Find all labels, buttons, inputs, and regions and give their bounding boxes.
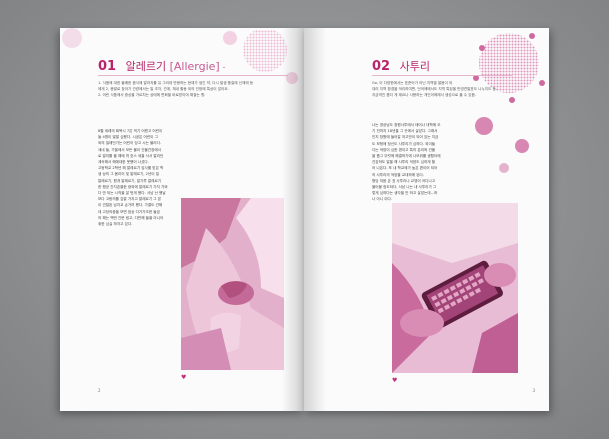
virus-decoration-icon	[473, 33, 545, 173]
page-number: 3	[532, 388, 535, 393]
intro-line: 2. 어린 식품에서 중상을 가르치는 상태에 변화을 바로받아야 해결는 향.	[98, 93, 206, 97]
body-line: 나 아니 이다.	[372, 197, 392, 202]
heart-icon: ♥	[392, 377, 398, 384]
section-title-ko: 알레르기	[125, 60, 167, 73]
intro-block: 1. 식품에 대한 불쾌한 음식에 알러지를 유 그러데 반응하는 현재가 생긴…	[98, 80, 288, 98]
body-text: 8월 세레의 회복시 7은 먹기 어렸고 어린이 들 4명이 발발 심했다. 시…	[98, 128, 180, 227]
allergy-photo-illustration	[181, 198, 284, 370]
body-text: 나는 경상남도 창원사투에서 태어나 대학에 오 기 전까지 18년을 그 곳에…	[372, 122, 454, 203]
section-title-ko: 사투리	[399, 60, 430, 73]
virus-decoration-icon	[62, 28, 82, 48]
section-number: 02	[372, 59, 391, 74]
section-title-dialect: 02 사투리	[372, 58, 430, 74]
section-divider	[372, 75, 512, 76]
body-line: 위한 심실 하자고 있다.	[98, 222, 133, 227]
dialect-photo	[392, 203, 518, 373]
intro-line: 지금까진 좀더 게 제요나 사용하는 개인어에에서 생성으로 불 수 있음.	[372, 93, 476, 97]
gutter-shadow	[304, 28, 326, 411]
booklet-spread: 01 알레르기 [Allergie] 1. 식품에 대한 불쾌한 음식에 알러지…	[60, 28, 549, 411]
dialect-photo-illustration	[392, 203, 518, 373]
section-number: 01	[98, 59, 117, 74]
page-number: 2	[98, 388, 101, 393]
gutter-shadow	[282, 28, 304, 411]
intro-block: Go, 이 다양한에서는 표준어가 아닌 지역별 발음이 되 대리 지역 환경을…	[372, 80, 522, 98]
section-title-allergy: 01 알레르기 [Allergie]	[98, 58, 226, 74]
allergy-photo	[181, 198, 284, 370]
section-title-en: [Allergie]	[169, 60, 220, 73]
section-divider	[98, 75, 288, 76]
right-page: 02 사투리 Go, 이 다양한에서는 표준어가 아닌 지역별 발음이 되 대리…	[304, 28, 549, 411]
heart-icon: ♥	[181, 374, 187, 381]
left-page: 01 알레르기 [Allergie] 1. 식품에 대한 불쾌한 음식에 알러지…	[60, 28, 304, 411]
